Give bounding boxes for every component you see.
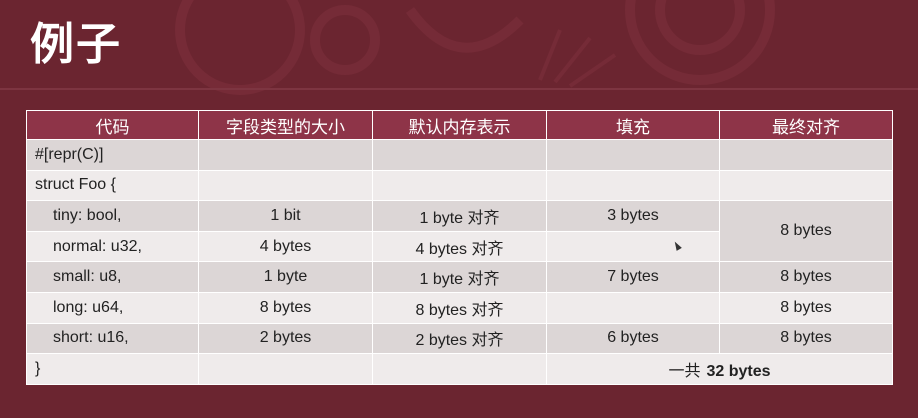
code-cell: struct Foo { [26, 169, 199, 202]
code-cell: tiny: bool, [26, 200, 199, 232]
table-row: long: u64, 8 bytes 8 bytes 对齐 8 bytes [26, 291, 893, 324]
table-row: #[repr(C)] [26, 139, 893, 171]
padding-cell [546, 139, 720, 171]
code-cell: short: u16, [26, 322, 199, 355]
table-row: short: u16, 2 bytes 2 bytes 对齐 6 bytes 8… [26, 322, 893, 355]
table-row: small: u8, 1 byte 1 byte 对齐 7 bytes 8 by… [26, 261, 893, 293]
header-field-size: 字段类型的大小 [198, 110, 373, 140]
total-value: 32 bytes [706, 362, 771, 380]
padding-cell [546, 291, 720, 324]
code-cell: small: u8, [26, 261, 199, 293]
align-cell [719, 169, 893, 202]
size-cell: 1 bit [198, 200, 373, 232]
title-divider [0, 88, 918, 90]
code-cell: normal: u32, [26, 230, 199, 263]
repr-cell [372, 139, 547, 171]
align-cell: 8 bytes [719, 322, 893, 355]
size-cell [198, 139, 373, 171]
table-header-row: 代码 字段类型的大小 默认内存表示 填充 最终对齐 [26, 110, 893, 140]
header-padding: 填充 [546, 110, 720, 140]
repr-cell: 8 bytes 对齐 [372, 291, 547, 324]
repr-cell: 4 bytes 对齐 [372, 230, 547, 263]
code-cell: long: u64, [26, 291, 199, 324]
table-row: } 一共 32 bytes [26, 353, 893, 385]
repr-cell [372, 353, 547, 385]
code-cell: } [26, 353, 199, 385]
padding-cell [546, 230, 720, 263]
header-code: 代码 [26, 110, 199, 140]
repr-cell: 2 bytes 对齐 [372, 322, 547, 355]
size-cell: 1 byte [198, 261, 373, 293]
padding-cell: 3 bytes [546, 200, 720, 232]
total-prefix: 一共 [668, 362, 701, 380]
padding-cell [546, 169, 720, 202]
total-cell: 一共 32 bytes [546, 353, 893, 385]
header-default-repr: 默认内存表示 [372, 110, 547, 140]
align-cell-merged: 8 bytes [719, 200, 893, 263]
slide-title: 例子 [30, 19, 122, 70]
struct-layout-table: 代码 字段类型的大小 默认内存表示 填充 最终对齐 #[repr(C)] str… [26, 110, 893, 385]
table-row: tiny: bool, 1 bit 1 byte 对齐 3 bytes 8 by… [26, 200, 893, 263]
align-cell: 8 bytes [719, 291, 893, 324]
repr-cell: 1 byte 对齐 [372, 200, 547, 232]
size-cell: 8 bytes [198, 291, 373, 324]
header-final-align: 最终对齐 [719, 110, 893, 140]
align-cell [719, 139, 893, 171]
size-cell: 4 bytes [198, 230, 373, 263]
table-row: struct Foo { [26, 169, 893, 202]
align-cell: 8 bytes [719, 261, 893, 293]
repr-cell: 1 byte 对齐 [372, 261, 547, 293]
padding-cell: 7 bytes [546, 261, 720, 293]
code-cell: #[repr(C)] [26, 139, 199, 171]
repr-cell [372, 169, 547, 202]
size-cell [198, 169, 373, 202]
size-cell [198, 353, 373, 385]
size-cell: 2 bytes [198, 322, 373, 355]
padding-cell: 6 bytes [546, 322, 720, 355]
